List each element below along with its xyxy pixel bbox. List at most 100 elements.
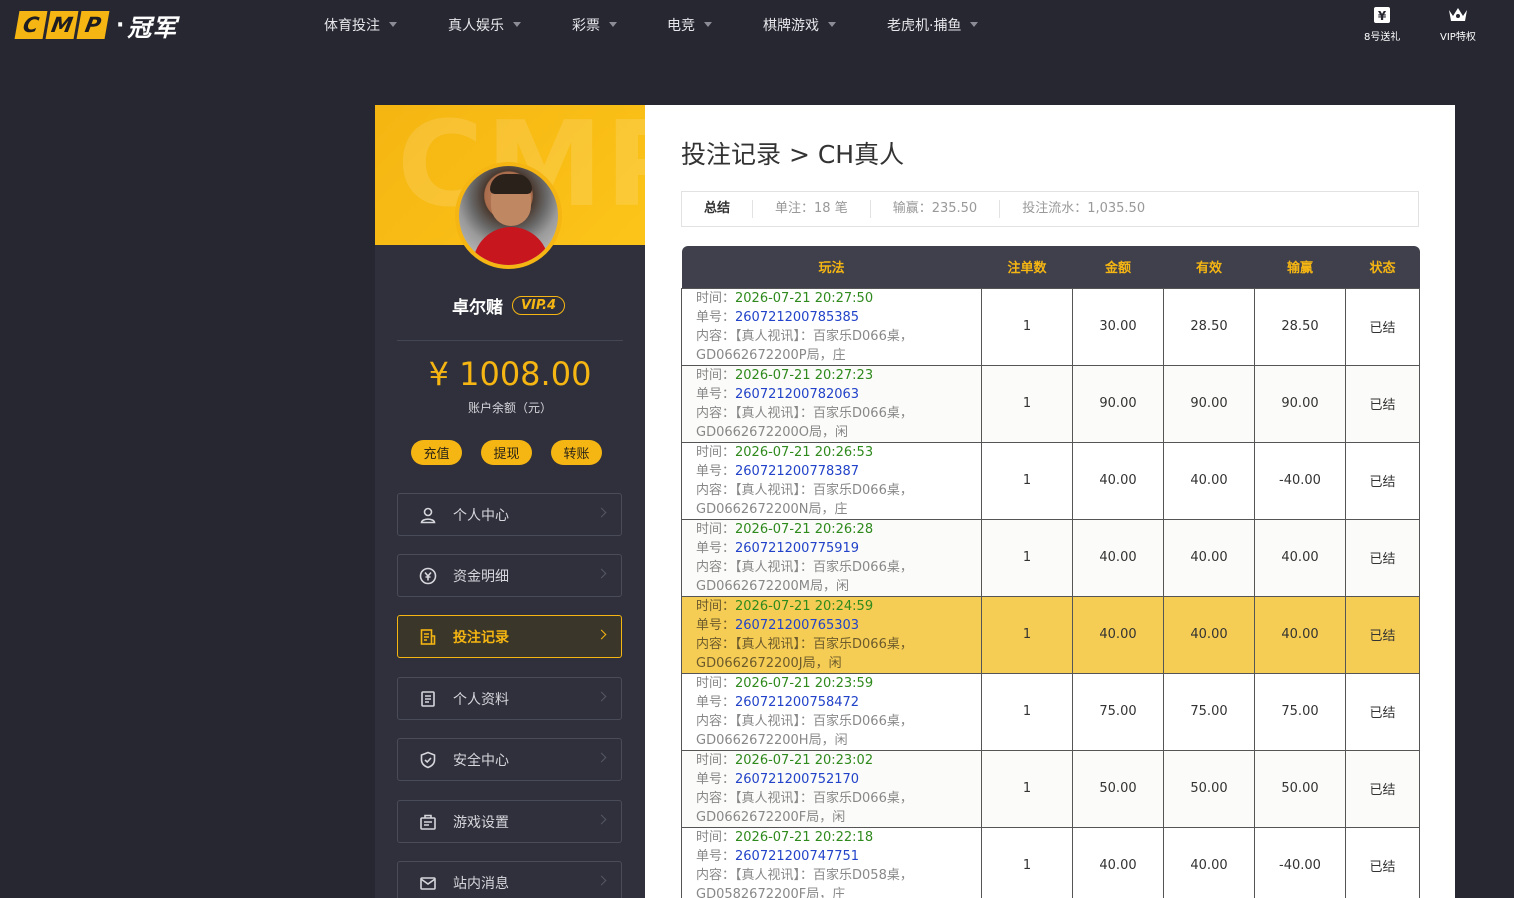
sidebar-item-profile[interactable]: 个人资料 <box>397 677 622 720</box>
bet-time: 2026-07-21 20:26:53 <box>735 444 874 460</box>
content-label: 内容： <box>696 328 736 344</box>
sidebar-item-messages[interactable]: 站内消息 <box>397 861 622 898</box>
table-row[interactable]: 时间：2026-07-21 20:27:23 单号：26072120078206… <box>681 364 1420 443</box>
gift-label: 8号送礼 <box>1364 32 1401 43</box>
order-number-link[interactable]: 260721200775919 <box>735 541 859 556</box>
order-number-link[interactable]: 260721200782063 <box>735 387 859 402</box>
table-row[interactable]: 时间：2026-07-21 20:27:50 单号：26072120078538… <box>681 287 1420 366</box>
gift-button[interactable]: ¥ 8号送礼 <box>1364 5 1400 43</box>
content-label: 内容： <box>696 405 736 421</box>
money-icon <box>419 567 437 585</box>
summary-count: 单注：18 笔 <box>753 200 871 218</box>
nav-lottery[interactable]: 彩票 <box>572 15 617 35</box>
bet-time: 2026-07-21 20:23:02 <box>735 752 874 768</box>
bet-amount: 90.00 <box>1072 364 1164 443</box>
bet-count: 1 <box>981 441 1073 520</box>
order-number-link[interactable]: 260721200778387 <box>735 464 859 479</box>
vip-label: VIP特权 <box>1440 32 1476 43</box>
mail-icon <box>419 874 437 892</box>
bet-content-detail: GD0662672200M局，闲 <box>696 578 850 594</box>
bet-content-detail: GD0662672200O局，闲 <box>696 424 849 440</box>
table-row-highlighted[interactable]: 时间：2026-07-21 20:24:59 单号：26072120076530… <box>681 595 1420 674</box>
chevron-right-icon <box>596 752 607 763</box>
bet-content-detail: GD0662672200N局，庄 <box>696 501 848 517</box>
bet-winloss: 50.00 <box>1254 749 1346 828</box>
table-row[interactable]: 时间：2026-07-21 20:23:02 单号：26072120075217… <box>681 749 1420 828</box>
bet-content: 【真人视讯】：百家乐D066桌， <box>735 636 913 652</box>
table-row[interactable]: 时间：2026-07-21 20:22:18 单号：26072120074775… <box>681 826 1420 898</box>
order-number-link[interactable]: 260721200747751 <box>735 849 859 864</box>
time-label: 时间： <box>696 521 736 537</box>
transfer-button[interactable]: 转账 <box>551 440 602 465</box>
bet-content-detail: GD0582672200F局，庄 <box>696 886 846 898</box>
logo-dot: · <box>116 12 125 38</box>
order-number-link[interactable]: 260721200765303 <box>735 618 859 633</box>
nav-sports[interactable]: 体育投注 <box>324 15 397 35</box>
bet-amount: 40.00 <box>1072 595 1164 674</box>
content-label: 内容： <box>696 482 736 498</box>
bet-status: 已结 <box>1345 672 1420 751</box>
order-number-link[interactable]: 260721200785385 <box>735 310 859 325</box>
bet-valid: 40.00 <box>1163 595 1255 674</box>
avatar-hair <box>490 174 532 194</box>
sidebar-item-fund-details[interactable]: 资金明细 <box>397 554 622 597</box>
order-label: 单号： <box>696 771 736 787</box>
sidebar-item-label: 安全中心 <box>453 752 509 769</box>
order-label: 单号： <box>696 617 736 633</box>
nav-label: 彩票 <box>572 18 600 34</box>
nav-label: 体育投注 <box>324 18 380 34</box>
bet-amount: 30.00 <box>1072 287 1164 366</box>
avatar[interactable] <box>455 162 562 269</box>
deposit-button[interactable]: 充值 <box>411 440 462 465</box>
top-header: C M P · 冠军 体育投注 真人娱乐 彩票 电竞 棋牌游戏 老虎机·捕鱼 ¥… <box>0 0 1514 50</box>
user-icon <box>419 506 437 524</box>
time-label: 时间： <box>696 444 736 460</box>
col-header-winloss: 输赢 <box>1254 246 1346 288</box>
bet-info-cell: 时间：2026-07-21 20:23:02 单号：26072120075217… <box>681 749 982 828</box>
bet-content-detail: GD0662672200P局，庄 <box>696 347 846 363</box>
nav-slots-fishing[interactable]: 老虎机·捕鱼 <box>887 15 979 35</box>
site-logo[interactable]: C M P · 冠军 <box>14 9 177 42</box>
bet-time: 2026-07-21 20:22:18 <box>735 829 874 845</box>
withdraw-button[interactable]: 提现 <box>481 440 532 465</box>
bet-status: 已结 <box>1345 749 1420 828</box>
bet-info-cell: 时间：2026-07-21 20:27:23 单号：26072120078206… <box>681 364 982 443</box>
sidebar-item-security-center[interactable]: 安全中心 <box>397 738 622 781</box>
bet-status: 已结 <box>1345 364 1420 443</box>
bet-winloss: 75.00 <box>1254 672 1346 751</box>
bet-content: 【真人视讯】：百家乐D066桌， <box>735 790 913 806</box>
table-row[interactable]: 时间：2026-07-21 20:23:59 单号：26072120075847… <box>681 672 1420 751</box>
chevron-down-icon <box>609 21 617 27</box>
bet-time: 2026-07-21 20:23:59 <box>735 675 874 691</box>
order-number-link[interactable]: 260721200758472 <box>735 695 859 710</box>
order-label: 单号： <box>696 309 736 325</box>
sidebar-item-bet-records[interactable]: 投注记录 <box>397 615 622 658</box>
balance-amount: ¥ 1008.00 <box>428 355 592 393</box>
vip-privilege-button[interactable]: VIP特权 <box>1440 5 1476 43</box>
bet-amount: 75.00 <box>1072 672 1164 751</box>
bet-content: 【真人视讯】：百家乐D066桌， <box>735 559 913 575</box>
table-row[interactable]: 时间：2026-07-21 20:26:28 单号：26072120077591… <box>681 518 1420 597</box>
chevron-down-icon <box>970 21 979 27</box>
bet-info-cell: 时间：2026-07-21 20:24:59 单号：26072120076530… <box>681 595 982 674</box>
logo-letter: C <box>14 11 48 39</box>
bet-time: 2026-07-21 20:26:28 <box>735 521 874 537</box>
chevron-right-icon <box>596 814 607 825</box>
nav-live-casino[interactable]: 真人娱乐 <box>448 15 521 35</box>
bet-content-detail: GD0662672200J局，闲 <box>696 655 842 671</box>
bet-count: 1 <box>981 595 1073 674</box>
bet-count: 1 <box>981 826 1073 898</box>
bet-amount: 50.00 <box>1072 749 1164 828</box>
table-row[interactable]: 时间：2026-07-21 20:26:53 单号：26072120077838… <box>681 441 1420 520</box>
order-label: 单号： <box>696 540 736 556</box>
chevron-down-icon <box>389 21 397 27</box>
nav-card-games[interactable]: 棋牌游戏 <box>763 15 836 35</box>
sidebar-item-personal-center[interactable]: 个人中心 <box>397 493 622 536</box>
time-label: 时间： <box>696 752 736 768</box>
shield-icon <box>419 751 437 769</box>
sidebar-item-game-settings[interactable]: 游戏设置 <box>397 800 622 843</box>
bet-summary-bar: 总结 单注：18 笔 输赢：235.50 投注流水：1,035.50 <box>681 191 1419 227</box>
order-number-link[interactable]: 260721200752170 <box>735 772 859 787</box>
bet-valid: 50.00 <box>1163 749 1255 828</box>
nav-esports[interactable]: 电竞 <box>667 15 712 35</box>
